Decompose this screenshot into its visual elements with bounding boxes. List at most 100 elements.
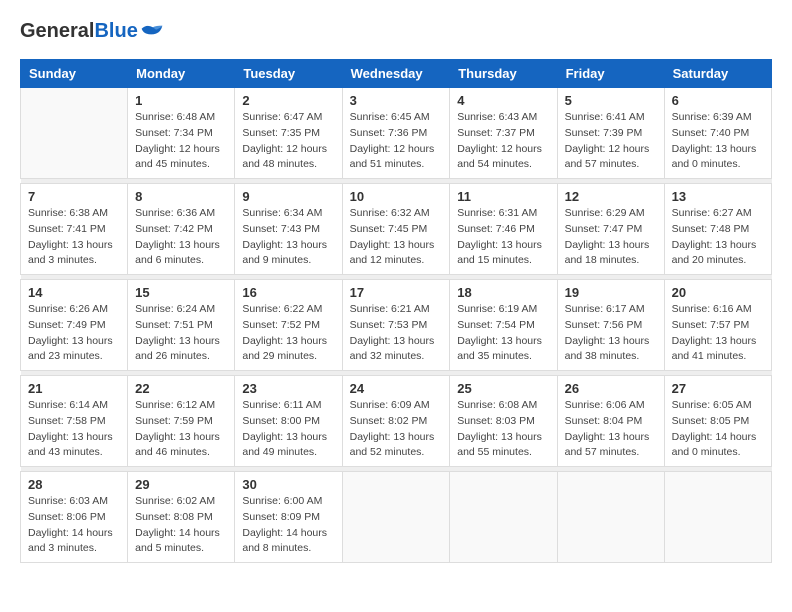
col-header-saturday: Saturday	[664, 60, 771, 88]
calendar-cell: 3 Sunrise: 6:45 AMSunset: 7:36 PMDaylight…	[342, 88, 450, 179]
calendar-cell: 25 Sunrise: 6:08 AMSunset: 8:03 PMDayligh…	[450, 376, 557, 467]
calendar-cell	[450, 472, 557, 563]
day-number: 30	[242, 477, 334, 492]
day-info: Sunrise: 6:19 AMSunset: 7:54 PMDaylight:…	[457, 302, 549, 365]
calendar-week-row: 28Sunrise: 6:03 AMSunset: 8:06 PMDayligh…	[21, 472, 772, 563]
day-number: 3	[350, 93, 443, 108]
day-info: Sunrise: 6:12 AMSunset: 7:59 PMDaylight:…	[135, 398, 227, 461]
calendar-cell: 19 Sunrise: 6:17 AMSunset: 7:56 PMDayligh…	[557, 280, 664, 371]
day-info: Sunrise: 6:06 AMSunset: 8:04 PMDaylight:…	[565, 398, 657, 461]
calendar-cell: 20 Sunrise: 6:16 AMSunset: 7:57 PMDayligh…	[664, 280, 771, 371]
day-info: Sunrise: 6:29 AMSunset: 7:47 PMDaylight:…	[565, 206, 657, 269]
day-info: Sunrise: 6:39 AMSunset: 7:40 PMDaylight:…	[672, 110, 764, 173]
calendar-cell: 5 Sunrise: 6:41 AMSunset: 7:39 PMDaylight…	[557, 88, 664, 179]
day-number: 16	[242, 285, 334, 300]
day-info: Sunrise: 6:02 AMSunset: 8:08 PMDaylight:…	[135, 494, 227, 557]
col-header-wednesday: Wednesday	[342, 60, 450, 88]
calendar-cell: 29 Sunrise: 6:02 AMSunset: 8:08 PMDayligh…	[128, 472, 235, 563]
day-number: 12	[565, 189, 657, 204]
day-info: Sunrise: 6:34 AMSunset: 7:43 PMDaylight:…	[242, 206, 334, 269]
day-info: Sunrise: 6:21 AMSunset: 7:53 PMDaylight:…	[350, 302, 443, 365]
day-number: 6	[672, 93, 764, 108]
day-info: Sunrise: 6:00 AMSunset: 8:09 PMDaylight:…	[242, 494, 334, 557]
day-number: 23	[242, 381, 334, 396]
calendar-cell: 24 Sunrise: 6:09 AMSunset: 8:02 PMDayligh…	[342, 376, 450, 467]
calendar-cell: 18 Sunrise: 6:19 AMSunset: 7:54 PMDayligh…	[450, 280, 557, 371]
day-number: 17	[350, 285, 443, 300]
calendar-cell	[557, 472, 664, 563]
calendar-cell	[21, 88, 128, 179]
day-info: Sunrise: 6:11 AMSunset: 8:00 PMDaylight:…	[242, 398, 334, 461]
calendar-cell: 4 Sunrise: 6:43 AMSunset: 7:37 PMDaylight…	[450, 88, 557, 179]
day-info: Sunrise: 6:26 AMSunset: 7:49 PMDaylight:…	[28, 302, 120, 365]
calendar-cell: 8Sunrise: 6:36 AMSunset: 7:42 PMDaylight…	[128, 184, 235, 275]
calendar-cell: 7 Sunrise: 6:38 AMSunset: 7:41 PMDaylight…	[21, 184, 128, 275]
day-number: 24	[350, 381, 443, 396]
day-number: 13	[672, 189, 764, 204]
calendar-week-row: 21 Sunrise: 6:14 AMSunset: 7:58 PMDayligh…	[21, 376, 772, 467]
calendar-week-row: 7 Sunrise: 6:38 AMSunset: 7:41 PMDaylight…	[21, 184, 772, 275]
calendar-cell: 16 Sunrise: 6:22 AMSunset: 7:52 PMDayligh…	[235, 280, 342, 371]
calendar-cell: 26 Sunrise: 6:06 AMSunset: 8:04 PMDayligh…	[557, 376, 664, 467]
day-number: 1	[135, 93, 227, 108]
calendar-table: SundayMondayTuesdayWednesdayThursdayFrid…	[20, 59, 772, 563]
day-info: Sunrise: 6:36 AMSunset: 7:42 PMDaylight:…	[135, 206, 227, 269]
day-info: Sunrise: 6:08 AMSunset: 8:03 PMDaylight:…	[457, 398, 549, 461]
calendar-week-row: 14Sunrise: 6:26 AMSunset: 7:49 PMDayligh…	[21, 280, 772, 371]
calendar-cell: 1 Sunrise: 6:48 AMSunset: 7:34 PMDaylight…	[128, 88, 235, 179]
day-number: 4	[457, 93, 549, 108]
calendar-cell: 27Sunrise: 6:05 AMSunset: 8:05 PMDayligh…	[664, 376, 771, 467]
day-info: Sunrise: 6:41 AMSunset: 7:39 PMDaylight:…	[565, 110, 657, 173]
day-info: Sunrise: 6:22 AMSunset: 7:52 PMDaylight:…	[242, 302, 334, 365]
day-number: 9	[242, 189, 334, 204]
day-info: Sunrise: 6:38 AMSunset: 7:41 PMDaylight:…	[28, 206, 120, 269]
day-number: 29	[135, 477, 227, 492]
day-info: Sunrise: 6:47 AMSunset: 7:35 PMDaylight:…	[242, 110, 334, 173]
col-header-friday: Friday	[557, 60, 664, 88]
day-info: Sunrise: 6:09 AMSunset: 8:02 PMDaylight:…	[350, 398, 443, 461]
calendar-week-row: 1 Sunrise: 6:48 AMSunset: 7:34 PMDaylight…	[21, 88, 772, 179]
calendar-cell: 13 Sunrise: 6:27 AMSunset: 7:48 PMDayligh…	[664, 184, 771, 275]
col-header-monday: Monday	[128, 60, 235, 88]
calendar-cell: 6 Sunrise: 6:39 AMSunset: 7:40 PMDaylight…	[664, 88, 771, 179]
day-number: 2	[242, 93, 334, 108]
day-info: Sunrise: 6:45 AMSunset: 7:36 PMDaylight:…	[350, 110, 443, 173]
day-number: 27	[672, 381, 764, 396]
calendar-cell: 17 Sunrise: 6:21 AMSunset: 7:53 PMDayligh…	[342, 280, 450, 371]
day-number: 20	[672, 285, 764, 300]
day-number: 22	[135, 381, 227, 396]
calendar-cell: 30 Sunrise: 6:00 AMSunset: 8:09 PMDayligh…	[235, 472, 342, 563]
day-number: 7	[28, 189, 120, 204]
day-info: Sunrise: 6:14 AMSunset: 7:58 PMDaylight:…	[28, 398, 120, 461]
page-header: GeneralBlue	[20, 20, 772, 43]
day-number: 10	[350, 189, 443, 204]
day-number: 19	[565, 285, 657, 300]
calendar-cell: 21 Sunrise: 6:14 AMSunset: 7:58 PMDayligh…	[21, 376, 128, 467]
calendar-cell: 9 Sunrise: 6:34 AMSunset: 7:43 PMDaylight…	[235, 184, 342, 275]
day-number: 26	[565, 381, 657, 396]
day-info: Sunrise: 6:43 AMSunset: 7:37 PMDaylight:…	[457, 110, 549, 173]
day-number: 15	[135, 285, 227, 300]
calendar-cell: 22 Sunrise: 6:12 AMSunset: 7:59 PMDayligh…	[128, 376, 235, 467]
calendar-cell: 11 Sunrise: 6:31 AMSunset: 7:46 PMDayligh…	[450, 184, 557, 275]
day-number: 11	[457, 189, 549, 204]
logo-general-text: GeneralBlue	[20, 20, 138, 43]
day-number: 18	[457, 285, 549, 300]
calendar-cell: 28Sunrise: 6:03 AMSunset: 8:06 PMDayligh…	[21, 472, 128, 563]
day-info: Sunrise: 6:27 AMSunset: 7:48 PMDaylight:…	[672, 206, 764, 269]
day-info: Sunrise: 6:24 AMSunset: 7:51 PMDaylight:…	[135, 302, 227, 365]
logo-bird-icon	[140, 22, 164, 42]
day-info: Sunrise: 6:48 AMSunset: 7:34 PMDaylight:…	[135, 110, 227, 173]
calendar-cell: 15 Sunrise: 6:24 AMSunset: 7:51 PMDayligh…	[128, 280, 235, 371]
calendar-header-row: SundayMondayTuesdayWednesdayThursdayFrid…	[21, 60, 772, 88]
day-number: 5	[565, 93, 657, 108]
logo: GeneralBlue	[20, 20, 164, 43]
day-info: Sunrise: 6:16 AMSunset: 7:57 PMDaylight:…	[672, 302, 764, 365]
calendar-cell: 10Sunrise: 6:32 AMSunset: 7:45 PMDayligh…	[342, 184, 450, 275]
calendar-cell: 12 Sunrise: 6:29 AMSunset: 7:47 PMDayligh…	[557, 184, 664, 275]
day-number: 25	[457, 381, 549, 396]
day-info: Sunrise: 6:31 AMSunset: 7:46 PMDaylight:…	[457, 206, 549, 269]
day-number: 21	[28, 381, 120, 396]
calendar-cell	[664, 472, 771, 563]
day-info: Sunrise: 6:17 AMSunset: 7:56 PMDaylight:…	[565, 302, 657, 365]
